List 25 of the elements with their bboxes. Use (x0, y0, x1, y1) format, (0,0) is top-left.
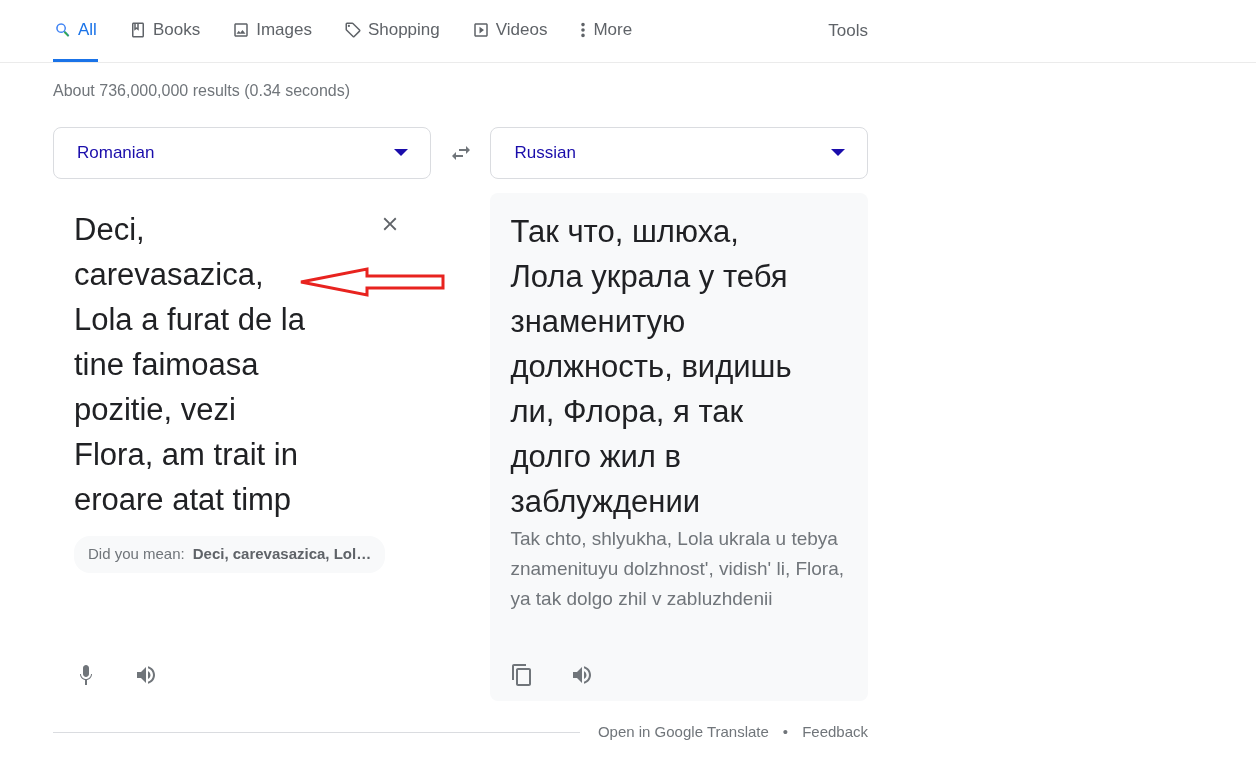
nav-tab[interactable]: Shopping (342, 0, 441, 62)
footer-link[interactable]: Feedback (802, 721, 868, 744)
nav-tab[interactable]: All (53, 0, 98, 62)
image-icon (232, 20, 251, 39)
dots-icon (579, 20, 588, 39)
separator-dot: • (782, 722, 789, 742)
speaker-icon[interactable] (134, 663, 158, 687)
language-dropdown[interactable]: Russian (490, 127, 868, 179)
nav-tab[interactable]: Images (231, 0, 313, 62)
search-icon (54, 20, 72, 39)
nav-tab[interactable]: More (578, 0, 634, 62)
result-stats: About 736,000,000 results (0.34 seconds) (53, 81, 352, 101)
nav-tab[interactable]: Books (127, 0, 202, 62)
translation-text: Так что, шлюха, Лола украла у тебя знаменитую должность, видишь ли, Флора, я так долго жил в заблуждении (510, 213, 793, 521)
nav-tab[interactable]: Videos (470, 0, 549, 62)
did-you-mean-chip[interactable]: Did you mean: Deci, carevasazica, Lol… (74, 536, 386, 573)
tools-button[interactable]: Tools (828, 18, 868, 44)
caret-icon (393, 149, 408, 157)
source-text: Deci, carevasazica, Lola a furat de la tine faimoasa pozitie, vezi Flora, am trait in eroare atat timp (74, 211, 306, 519)
play-icon (471, 20, 490, 39)
caret-icon (831, 149, 845, 157)
tag-icon (343, 20, 362, 39)
footer-link[interactable]: Open in Google Translate (597, 721, 769, 744)
transliteration-text: Tak chto, shlyukha, Lola ukrala u tebya znamenituyu dolzhnost', vidish' li, Flora, ya tak dolgo zhil v zabluzhdenii (510, 527, 846, 611)
language-dropdown[interactable]: Romanian (53, 127, 431, 179)
